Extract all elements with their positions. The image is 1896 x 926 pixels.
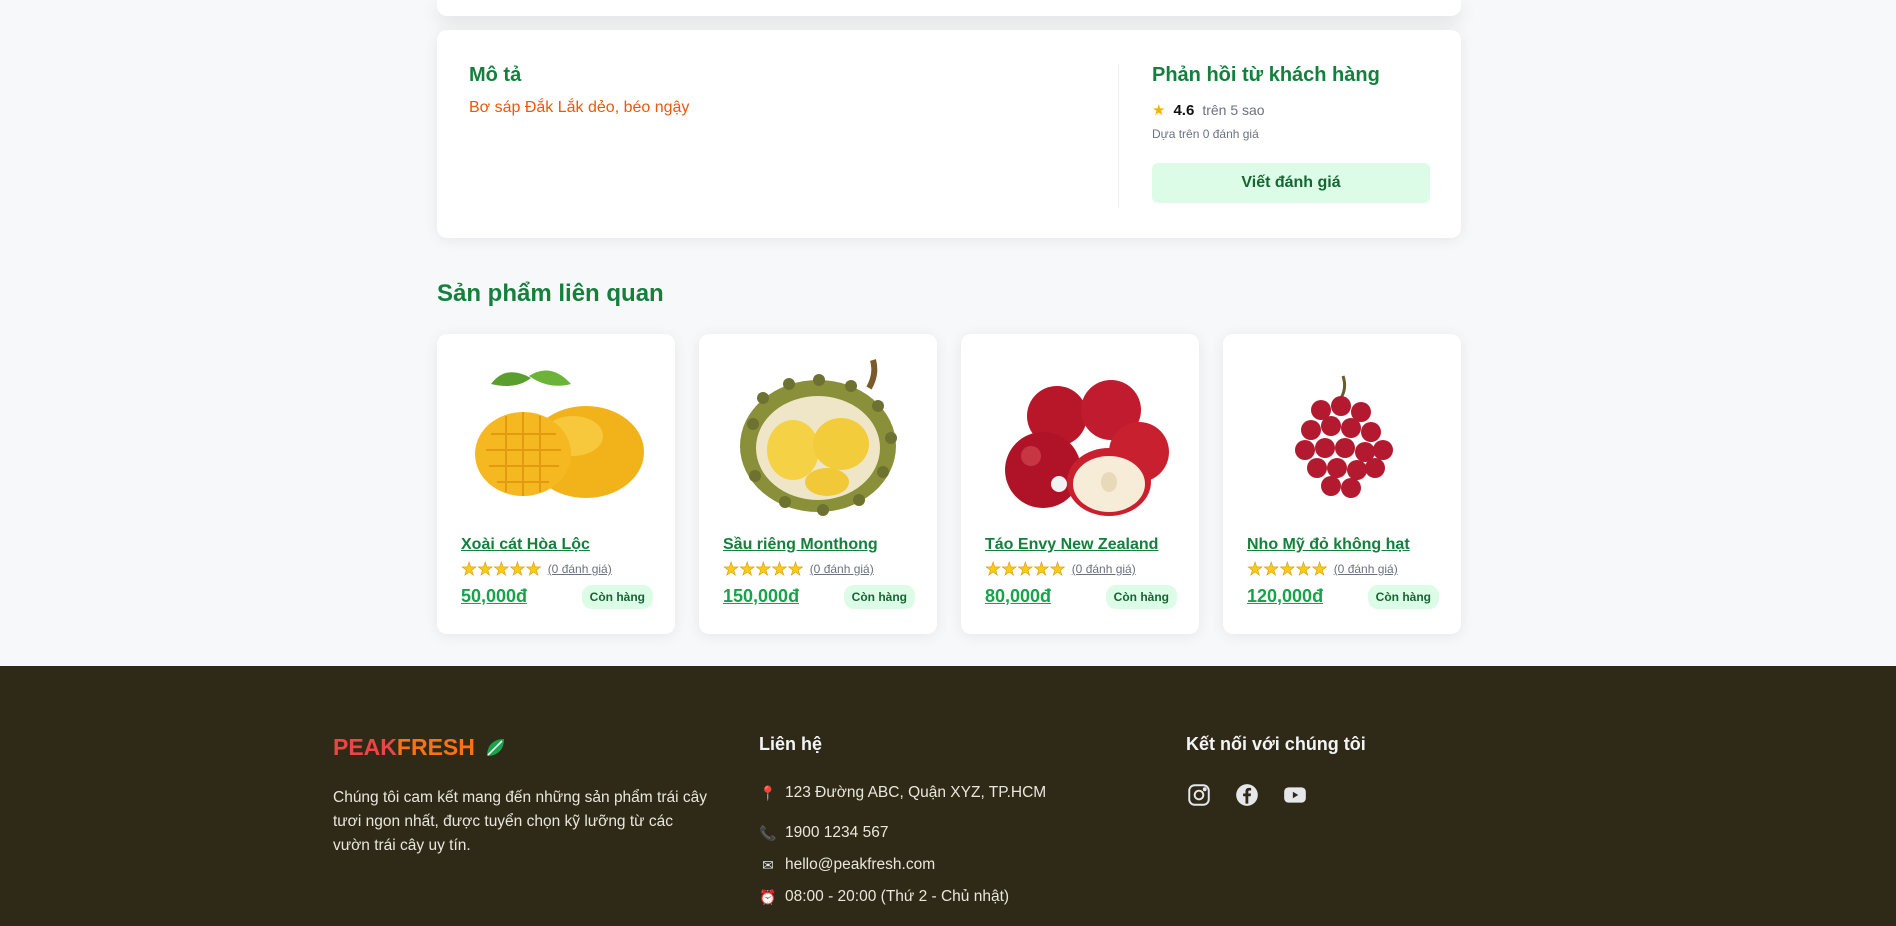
product-card[interactable]: Nho Mỹ đỏ không hạt ★★★★★ (0 đánh giá) 1…: [1223, 334, 1461, 634]
contact-title: Liên hệ: [759, 734, 823, 754]
instagram-icon[interactable]: [1186, 782, 1212, 808]
write-review-button[interactable]: Viết đánh giá: [1152, 163, 1430, 203]
divider: [1118, 64, 1119, 208]
product-rating: ★★★★★ (0 đánh giá): [985, 559, 1136, 579]
contact-phone[interactable]: 📞 1900 1234 567: [759, 824, 888, 842]
alarm-clock-icon: ⏰: [759, 888, 777, 905]
product-name-link[interactable]: Táo Envy New Zealand: [985, 536, 1158, 554]
logo-text-peak: PEAK: [333, 734, 397, 760]
map-pin-icon: 📍: [759, 784, 777, 801]
description-title: Mô tả: [469, 64, 522, 86]
address-text: 123 Đường ABC, Quận XYZ, TP.HCM: [785, 784, 1047, 801]
description-section: Mô tả Bơ sáp Đắk Lắk dẻo, béo ngậy: [469, 64, 689, 117]
rating-scale: trên 5 sao: [1202, 102, 1265, 118]
review-count-link[interactable]: (0 đánh giá): [810, 562, 874, 576]
product-name-link[interactable]: Sầu riêng Monthong: [723, 536, 878, 554]
email-text: hello@peakfresh.com: [785, 856, 936, 873]
product-rating: ★★★★★ (0 đánh giá): [723, 559, 874, 579]
product-price[interactable]: 50,000đ: [461, 586, 527, 607]
apple-image: [1005, 380, 1169, 516]
feedback-title: Phản hồi từ khách hàng: [1152, 64, 1380, 86]
site-footer: PEAK FRESH Chúng tôi cam kết mang đến nh…: [0, 666, 1896, 926]
rating-score: 4.6: [1173, 101, 1195, 119]
contact-address: 📍 123 Đường ABC, Quận XYZ, TP.HCM: [759, 784, 1046, 802]
product-price[interactable]: 120,000đ: [1247, 586, 1323, 607]
grape-image: [1295, 375, 1393, 498]
stock-badge: Còn hàng: [843, 585, 915, 609]
star-icon: ★: [1152, 102, 1166, 119]
leaf-icon: [486, 738, 504, 756]
product-card[interactable]: Sầu riêng Monthong ★★★★★ (0 đánh giá) 15…: [699, 334, 937, 634]
rating-stars: ★★★★★: [723, 559, 804, 579]
phone-icon: 📞: [759, 824, 777, 841]
phone-text: 1900 1234 567: [785, 824, 889, 841]
footer-logo[interactable]: PEAK FRESH: [333, 734, 507, 761]
logo-text-fresh: FRESH: [396, 734, 475, 760]
stock-badge: Còn hàng: [1105, 585, 1177, 609]
product-name-link[interactable]: Nho Mỹ đỏ không hạt: [1247, 536, 1410, 554]
facebook-icon[interactable]: [1234, 782, 1260, 808]
social-links: [1186, 782, 1308, 808]
product-name-link[interactable]: Xoài cát Hòa Lộc: [461, 536, 590, 554]
review-count: Dựa trên 0 đánh giá: [1152, 127, 1259, 141]
product-rating: ★★★★★ (0 đánh giá): [461, 559, 612, 579]
rating-stars: ★★★★★: [1247, 559, 1328, 579]
mango-image: [475, 370, 644, 498]
stock-badge: Còn hàng: [581, 585, 653, 609]
related-products-title: Sản phẩm liên quan: [437, 280, 664, 307]
contact-email[interactable]: ✉ hello@peakfresh.com: [759, 856, 935, 874]
product-card[interactable]: Táo Envy New Zealand ★★★★★ (0 đánh giá) …: [961, 334, 1199, 634]
review-count-link[interactable]: (0 đánh giá): [1072, 562, 1136, 576]
durian-image: [740, 359, 897, 516]
social-title: Kết nối với chúng tôi: [1186, 734, 1366, 754]
product-card[interactable]: Xoài cát Hòa Lộc ★★★★★ (0 đánh giá) 50,0…: [437, 334, 675, 634]
contact-hours: ⏰ 08:00 - 20:00 (Thứ 2 - Chủ nhật): [759, 888, 1009, 906]
product-rating: ★★★★★ (0 đánh giá): [1247, 559, 1398, 579]
previous-section-edge: [437, 0, 1461, 16]
mail-icon: ✉: [762, 856, 774, 873]
review-count-link[interactable]: (0 đánh giá): [1334, 562, 1398, 576]
product-price[interactable]: 80,000đ: [985, 586, 1051, 607]
feedback-section: Phản hồi từ khách hàng ★ 4.6 trên 5 sao …: [1152, 64, 1430, 203]
rating-stars: ★★★★★: [985, 559, 1066, 579]
hours-text: 08:00 - 20:00 (Thứ 2 - Chủ nhật): [785, 888, 1010, 905]
rating-stars: ★★★★★: [461, 559, 542, 579]
stock-badge: Còn hàng: [1367, 585, 1439, 609]
review-count-link[interactable]: (0 đánh giá): [548, 562, 612, 576]
description-text: Bơ sáp Đắk Lắk dẻo, béo ngậy: [469, 99, 690, 116]
rating-summary: ★ 4.6 trên 5 sao: [1152, 101, 1430, 120]
product-price[interactable]: 150,000đ: [723, 586, 799, 607]
youtube-icon[interactable]: [1282, 782, 1308, 808]
description-card: Mô tả Bơ sáp Đắk Lắk dẻo, béo ngậy Phản …: [437, 30, 1461, 238]
footer-about: Chúng tôi cam kết mang đến những sản phẩ…: [333, 789, 707, 854]
